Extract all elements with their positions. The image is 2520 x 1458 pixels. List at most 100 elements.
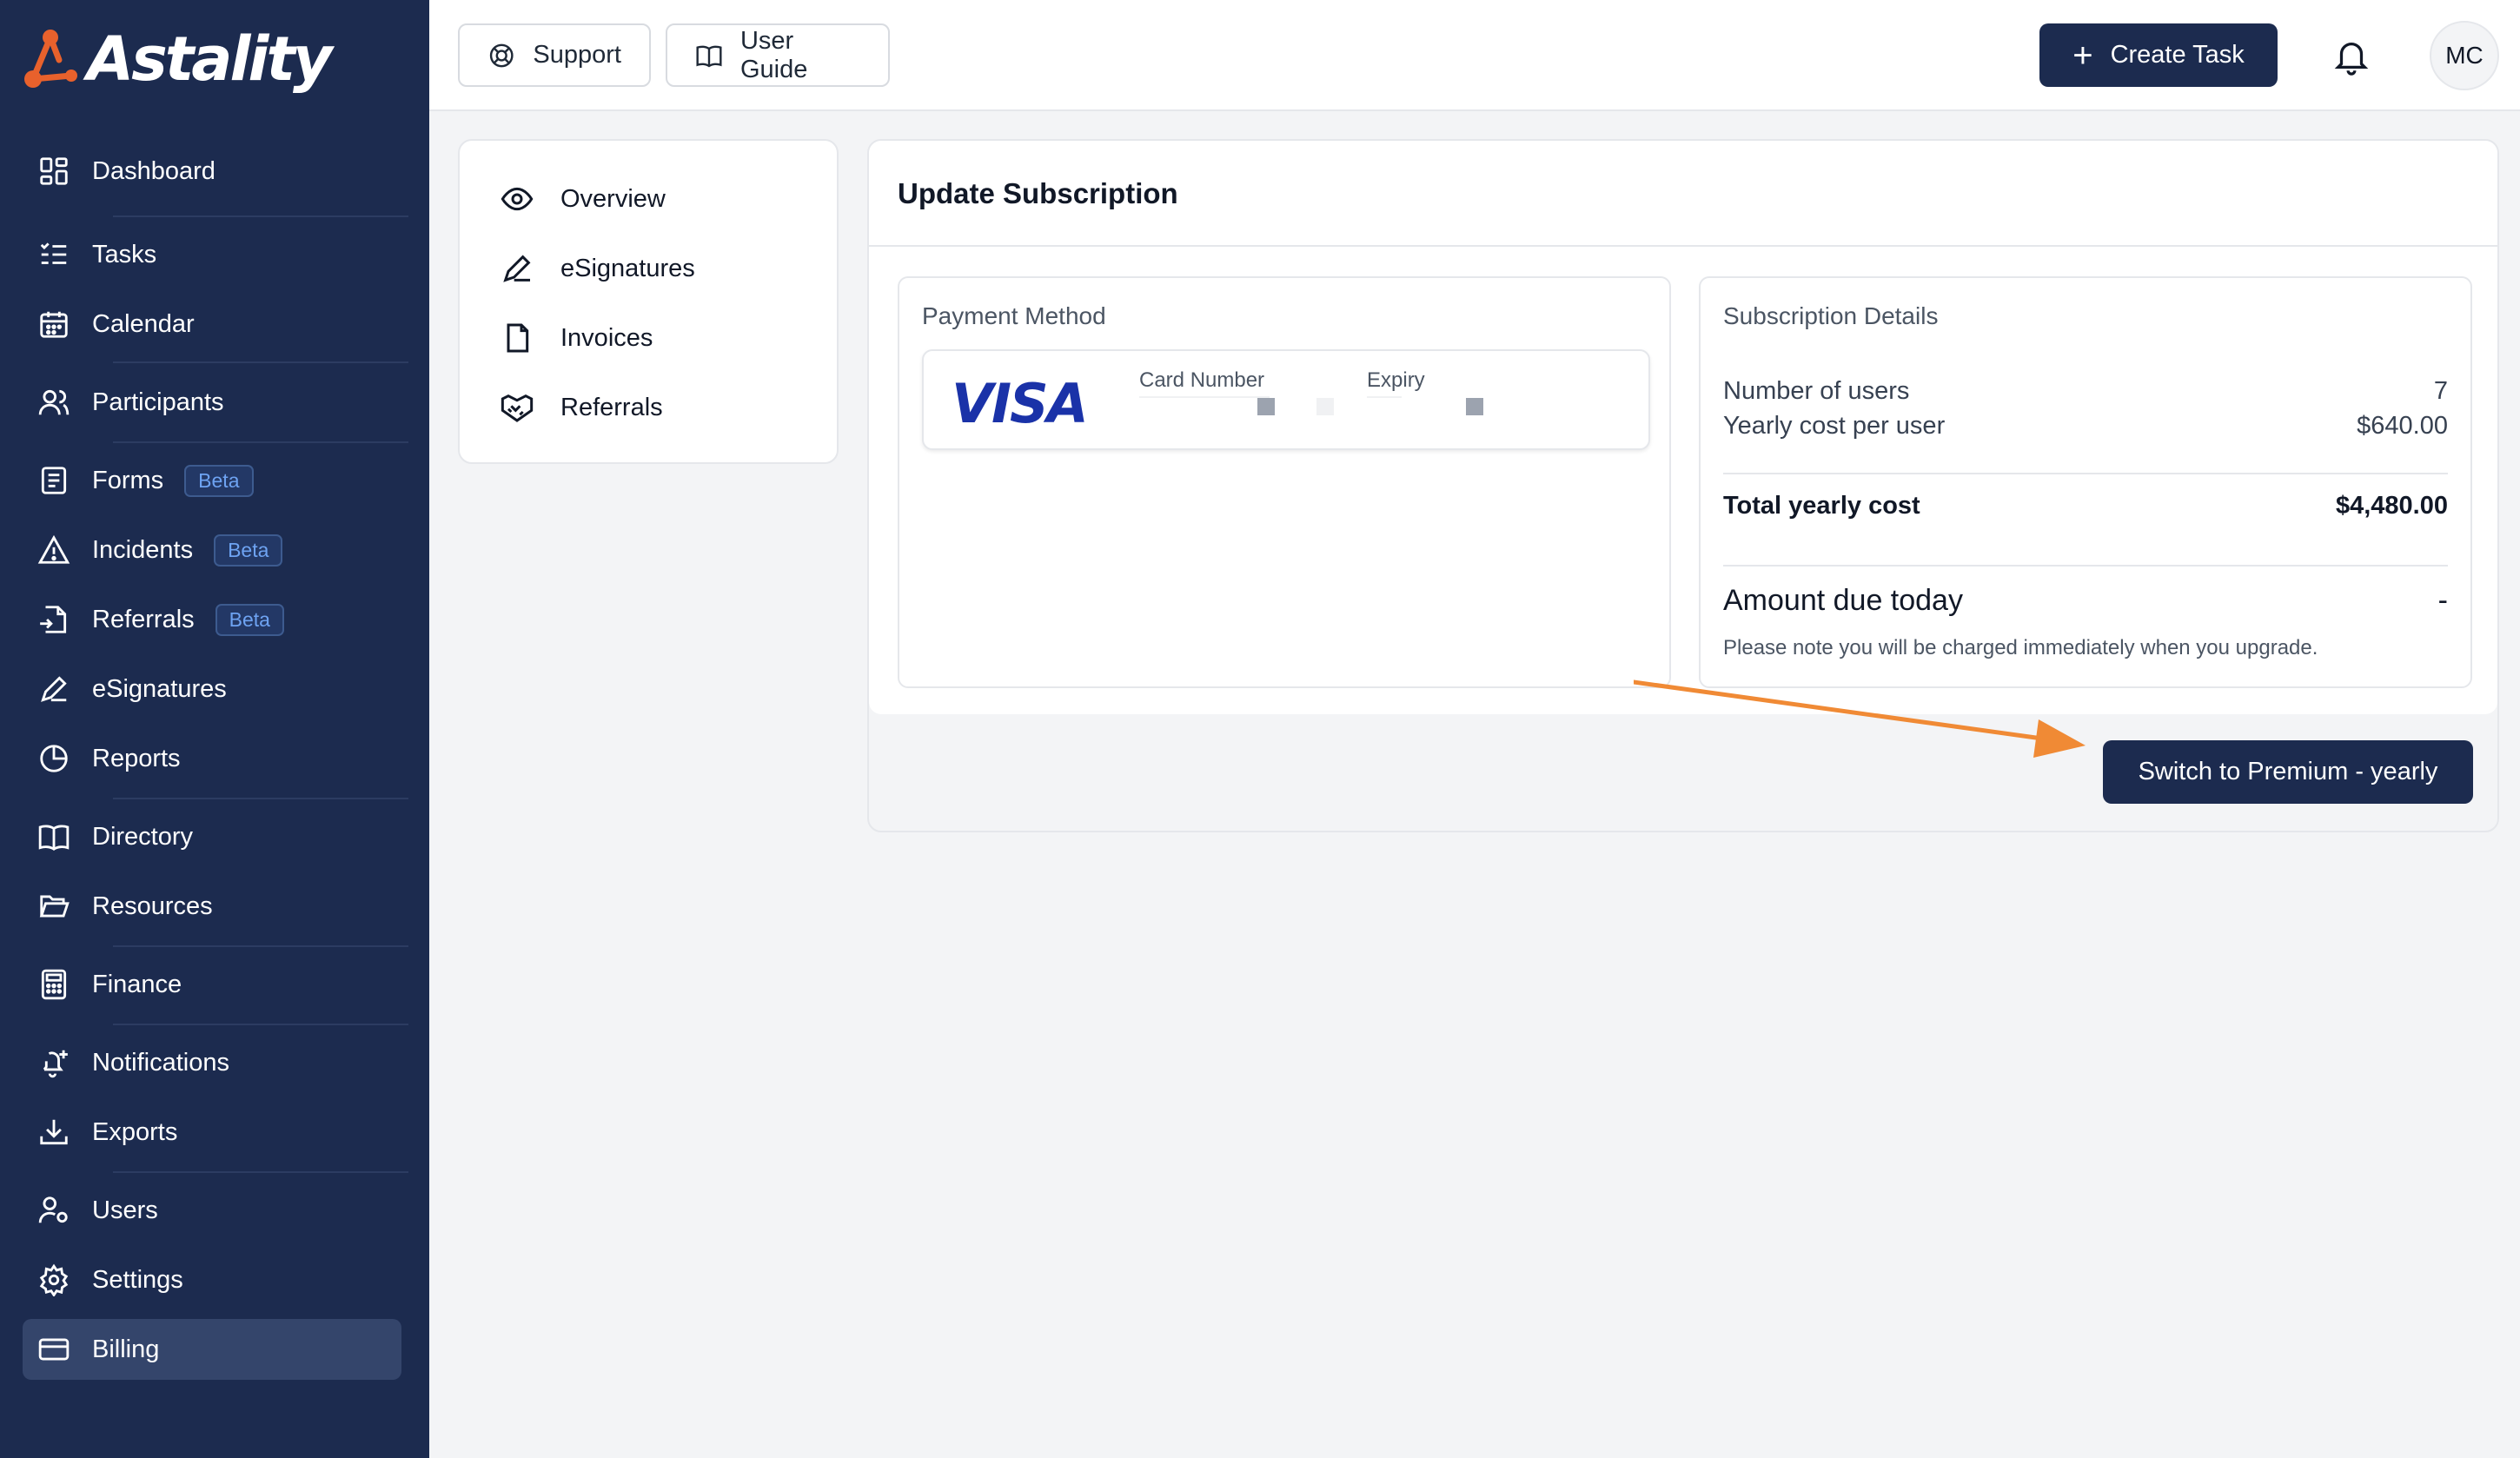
total-value: $4,480.00 xyxy=(2335,492,2448,520)
sidebar: Astality Dashboard Tasks Calendar Partic… xyxy=(0,0,429,1458)
card-number-underline xyxy=(1139,396,1270,398)
sidebar-item-calendar[interactable]: Calendar xyxy=(23,294,401,355)
sidebar-item-label: Calendar xyxy=(92,309,195,338)
sidebar-item-label: Billing xyxy=(92,1335,160,1363)
user-avatar[interactable]: MC xyxy=(2430,21,2499,90)
sidebar-item-label: Settings xyxy=(92,1265,183,1294)
sidebar-item-label: eSignatures xyxy=(92,674,227,703)
sidebar-item-billing[interactable]: Billing xyxy=(23,1319,401,1380)
sidebar-item-label: Referrals xyxy=(92,605,195,633)
subnav-item-label: Referrals xyxy=(560,393,663,421)
lifebuoy-icon xyxy=(489,43,514,67)
participants-icon xyxy=(36,385,71,420)
per-user-row: Yearly cost per user $640.00 xyxy=(1723,412,2448,441)
card-number-label: Card Number xyxy=(1139,368,1265,392)
beta-badge: Beta xyxy=(184,464,254,497)
sidebar-item-tasks[interactable]: Tasks xyxy=(23,224,401,285)
total-row: Total yearly cost $4,480.00 xyxy=(1723,492,2448,520)
sidebar-item-directory[interactable]: Directory xyxy=(23,806,401,867)
sidebar-item-label: Incidents xyxy=(92,535,194,564)
users-label: Number of users xyxy=(1723,377,1910,405)
bell-plus-icon xyxy=(36,1045,71,1080)
sidebar-item-label: Forms xyxy=(92,466,164,494)
support-label: Support xyxy=(533,41,621,69)
sidebar-item-forms[interactable]: Forms Beta xyxy=(23,450,401,511)
sidebar-item-dashboard[interactable]: Dashboard xyxy=(23,141,401,202)
folder-open-icon xyxy=(36,889,71,924)
brand-logo[interactable]: Astality xyxy=(21,23,333,95)
switch-to-premium-button[interactable]: Switch to Premium - yearly xyxy=(2103,740,2473,804)
sidebar-item-label: Directory xyxy=(92,822,194,851)
calculator-icon xyxy=(36,967,71,1002)
sidebar-item-label: Exports xyxy=(92,1117,178,1146)
create-task-button[interactable]: + Create Task xyxy=(2039,23,2278,87)
top-header: Support User Guide + Create Task MC xyxy=(429,0,2520,111)
calendar-icon xyxy=(36,307,71,341)
brand-name: Astality xyxy=(87,23,333,95)
subnav-item-label: Overview xyxy=(560,184,666,213)
subnav-item-overview[interactable]: Overview xyxy=(500,173,666,225)
pen-icon xyxy=(36,672,71,706)
book-icon xyxy=(36,819,71,854)
users-value: 7 xyxy=(2433,377,2448,405)
user-cog-icon xyxy=(36,1193,71,1228)
sidebar-item-label: Dashboard xyxy=(92,156,216,185)
expiry-label: Expiry xyxy=(1367,368,1425,392)
panel-divider xyxy=(869,245,2497,247)
support-button[interactable]: Support xyxy=(458,23,651,87)
visa-logo: VISA xyxy=(952,372,1089,435)
sidebar-item-referrals[interactable]: Referrals Beta xyxy=(23,589,401,650)
sidebar-item-esignatures[interactable]: eSignatures xyxy=(23,659,401,719)
subnav-item-invoices[interactable]: Invoices xyxy=(500,312,653,364)
credit-card-icon xyxy=(36,1332,71,1367)
eye-icon xyxy=(501,187,534,211)
total-label: Total yearly cost xyxy=(1723,492,1920,520)
expiry-redacted xyxy=(1466,398,1483,415)
sidebar-item-exports[interactable]: Exports xyxy=(23,1102,401,1163)
sidebar-item-resources[interactable]: Resources xyxy=(23,876,401,937)
sidebar-item-notifications[interactable]: Notifications xyxy=(23,1032,401,1093)
pie-chart-icon xyxy=(36,741,71,776)
sidebar-item-label: Reports xyxy=(92,744,181,772)
sidebar-item-users[interactable]: Users xyxy=(23,1180,401,1241)
subscription-details-title: Subscription Details xyxy=(1723,302,1939,329)
sidebar-item-label: Notifications xyxy=(92,1048,229,1077)
sidebar-divider xyxy=(113,945,408,947)
beta-badge: Beta xyxy=(215,603,284,636)
create-task-label: Create Task xyxy=(2110,41,2245,69)
expiry-underline xyxy=(1367,396,1402,398)
warning-icon xyxy=(36,533,71,567)
book-open-icon xyxy=(696,45,722,67)
subnav-item-esignatures[interactable]: eSignatures xyxy=(500,242,695,295)
document-icon xyxy=(507,323,529,353)
subnav-item-referrals[interactable]: Referrals xyxy=(500,381,663,434)
pen-icon xyxy=(503,255,531,282)
saved-card[interactable]: VISA Card Number Expiry xyxy=(922,349,1650,450)
amount-due-value: - xyxy=(2437,584,2448,617)
users-row: Number of users 7 xyxy=(1723,377,2448,406)
sidebar-item-label: Tasks xyxy=(92,240,157,268)
subscription-details-card: Subscription Details Number of users 7 Y… xyxy=(1699,276,2472,688)
sidebar-item-label: Finance xyxy=(92,970,182,998)
sidebar-item-incidents[interactable]: Incidents Beta xyxy=(23,520,401,580)
molecule-logo-icon xyxy=(24,30,77,88)
details-divider xyxy=(1723,473,2448,474)
update-subscription-panel: Update Subscription Payment Method VISA … xyxy=(867,139,2499,832)
sidebar-item-reports[interactable]: Reports xyxy=(23,728,401,789)
panel-body: Update Subscription Payment Method VISA … xyxy=(869,141,2497,714)
sidebar-divider xyxy=(113,1024,408,1025)
sidebar-item-finance[interactable]: Finance xyxy=(23,954,401,1015)
page-title: Update Subscription xyxy=(898,177,1178,209)
sidebar-item-settings[interactable]: Settings xyxy=(23,1249,401,1310)
gear-icon xyxy=(36,1262,71,1297)
notifications-bell-button[interactable] xyxy=(2325,30,2377,82)
sidebar-item-participants[interactable]: Participants xyxy=(23,372,401,433)
per-user-value: $640.00 xyxy=(2357,412,2448,440)
user-guide-button[interactable]: User Guide xyxy=(666,23,890,87)
sidebar-item-label: Users xyxy=(92,1196,158,1224)
referral-file-icon xyxy=(36,602,71,637)
beta-badge: Beta xyxy=(214,533,283,567)
payment-method-title: Payment Method xyxy=(922,302,1106,329)
plus-icon: + xyxy=(2072,36,2093,75)
bell-icon xyxy=(2334,43,2369,76)
